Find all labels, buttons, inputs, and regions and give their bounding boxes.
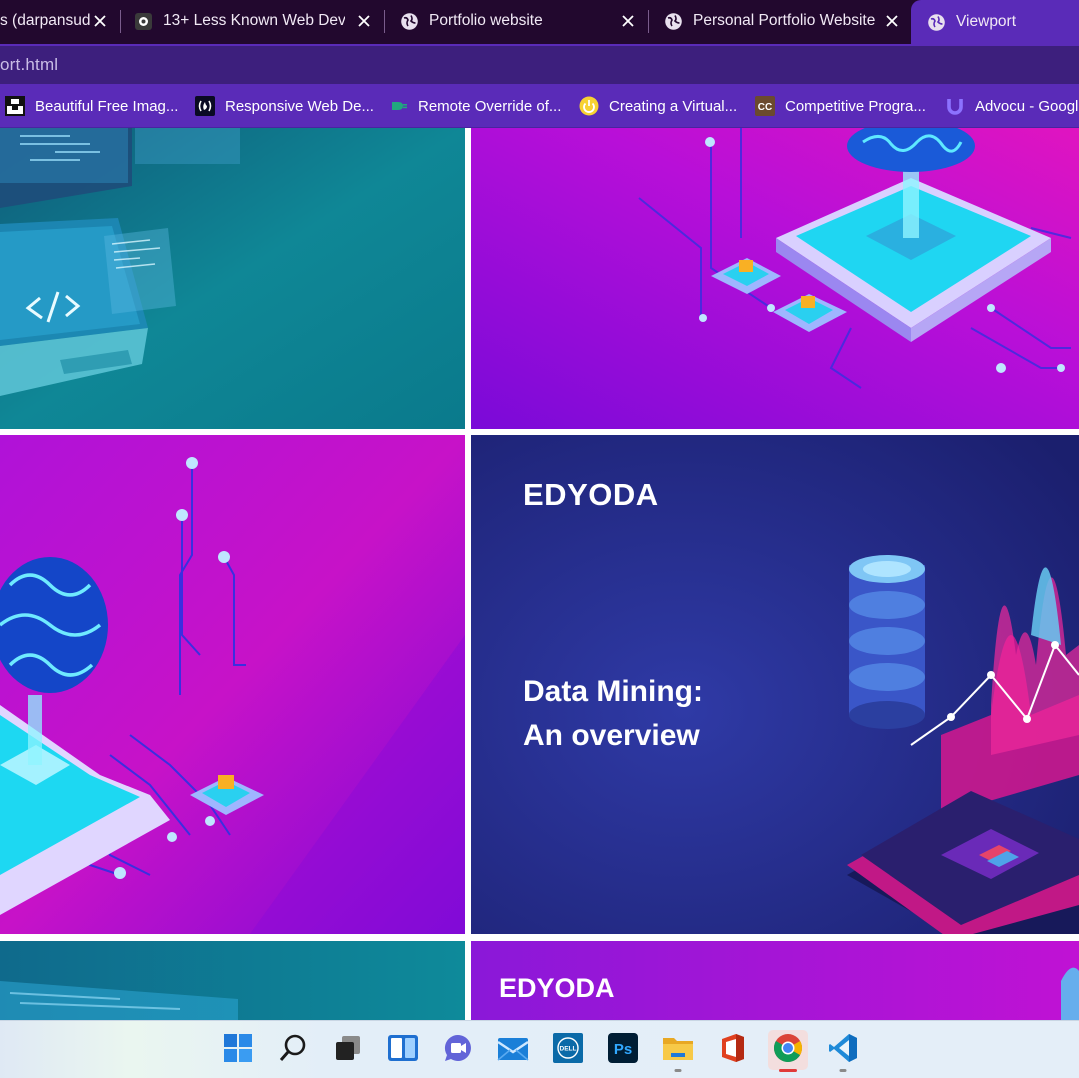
vscode-button[interactable] (823, 1030, 863, 1072)
dev-community-icon (134, 12, 153, 31)
active-indicator (779, 1069, 797, 1072)
dell-label: DELL (560, 1045, 577, 1052)
url-text: ort.html (0, 55, 59, 74)
task-view-icon (333, 1033, 363, 1068)
tab-github[interactable]: s (darpansud (0, 0, 118, 42)
tab-title: Viewport (956, 13, 1017, 30)
photoshop-button[interactable]: Ps (603, 1030, 643, 1070)
task-view-button[interactable] (328, 1030, 368, 1070)
search-button[interactable] (273, 1030, 313, 1070)
dell-icon: DELL (553, 1032, 583, 1068)
close-tab-icon[interactable] (618, 11, 638, 31)
freecodecamp-icon (195, 96, 215, 116)
search-icon (278, 1033, 308, 1068)
bookmarks-bar: Beautiful Free Imag... Responsive Web De… (0, 84, 1079, 128)
bookmark-competitive-programming[interactable]: CC Competitive Progra... (755, 95, 926, 117)
vscode-icon (828, 1033, 858, 1068)
tab-personal-portfolio[interactable]: Personal Portfolio Website (664, 0, 910, 42)
bookmark-label: Responsive Web De... (225, 97, 374, 115)
url-field[interactable]: ort.html (0, 46, 1079, 84)
mail-button[interactable] (493, 1030, 533, 1070)
tab-separator (120, 10, 121, 33)
headline-line-1: Data Mining: (523, 675, 703, 708)
plug-icon (388, 96, 408, 116)
tab-separator (648, 10, 649, 33)
windows-taskbar: DELL Ps (0, 1020, 1079, 1078)
office-icon (718, 1033, 748, 1068)
bookmark-label: Advocu - Googl (975, 97, 1079, 115)
start-icon (223, 1033, 253, 1068)
edyoda-logo-text-bottom: EDYODA (499, 973, 615, 1003)
tab-separator (384, 10, 385, 33)
dell-button[interactable]: DELL (548, 1030, 588, 1070)
bookmark-remote-override[interactable]: Remote Override of... (388, 95, 561, 117)
tab-title: s (darpansud (0, 12, 91, 29)
svg-text:CC: CC (758, 102, 772, 113)
bookmark-advocu[interactable]: Advocu - Googl (945, 95, 1078, 117)
bookmark-label: Remote Override of... (418, 97, 562, 115)
globe-icon (400, 12, 419, 31)
start-button[interactable] (218, 1030, 258, 1070)
gallery-viewport: EDYODA Data Mining: An overview EDYODA (0, 128, 1079, 1020)
mail-icon (497, 1033, 529, 1068)
chrome-icon (773, 1033, 803, 1068)
headline-line-2: An overview (523, 719, 700, 752)
office-button[interactable] (713, 1030, 753, 1070)
running-indicator (839, 1069, 847, 1072)
bookmark-responsive-web-design[interactable]: Responsive Web De... (195, 95, 374, 117)
file-explorer-icon (662, 1033, 694, 1068)
bookmark-label: Creating a Virtual... (609, 97, 738, 115)
bookmark-beautiful-free-images[interactable]: Beautiful Free Imag... (5, 95, 178, 117)
bookmark-label: Competitive Progra... (785, 97, 926, 115)
power-icon (579, 96, 599, 116)
bookmark-creating-virtual[interactable]: Creating a Virtual... (579, 95, 737, 117)
widgets-icon (387, 1033, 419, 1068)
running-indicator (674, 1069, 682, 1072)
globe-icon (664, 12, 683, 31)
tab-title: Portfolio website (429, 12, 543, 29)
advocu-icon (945, 96, 965, 116)
tab-dev-community[interactable]: 13+ Less Known Web Devel (134, 0, 382, 42)
chrome-button[interactable] (768, 1030, 808, 1072)
ai-brain-image (0, 435, 465, 934)
edyoda-image-bottom: EDYODA (471, 941, 1079, 1020)
cc-icon: CC (755, 96, 775, 116)
photoshop-label: Ps (614, 1041, 632, 1058)
laptop-code-image-bottom (0, 941, 465, 1020)
edyoda-logo-text: EDYODA (523, 477, 659, 512)
teams-chat-icon (443, 1033, 473, 1068)
address-bar: ort.html (0, 44, 1079, 84)
photoshop-icon: Ps (608, 1032, 638, 1068)
data-mining-image: EDYODA Data Mining: An overview (471, 435, 1079, 934)
teams-chat-button[interactable] (438, 1030, 478, 1070)
browser-tab-strip: s (darpansud 13+ Less Known Web Devel Po… (0, 0, 1079, 44)
bookmark-label: Beautiful Free Imag... (35, 97, 179, 115)
close-tab-icon[interactable] (882, 11, 902, 31)
close-tab-icon[interactable] (354, 11, 374, 31)
tab-title: 13+ Less Known Web Devel (163, 12, 345, 29)
ai-chip-image-top (471, 128, 1079, 429)
tab-viewport[interactable]: Viewport (911, 0, 1079, 44)
tab-title: Personal Portfolio Website (693, 12, 876, 29)
tab-portfolio-website[interactable]: Portfolio website (400, 0, 646, 42)
widgets-button[interactable] (383, 1030, 423, 1070)
laptop-code-image (0, 128, 465, 429)
file-explorer-button[interactable] (658, 1030, 698, 1072)
unsplash-icon (5, 96, 25, 116)
globe-icon (927, 13, 946, 32)
close-tab-icon[interactable] (90, 11, 110, 31)
